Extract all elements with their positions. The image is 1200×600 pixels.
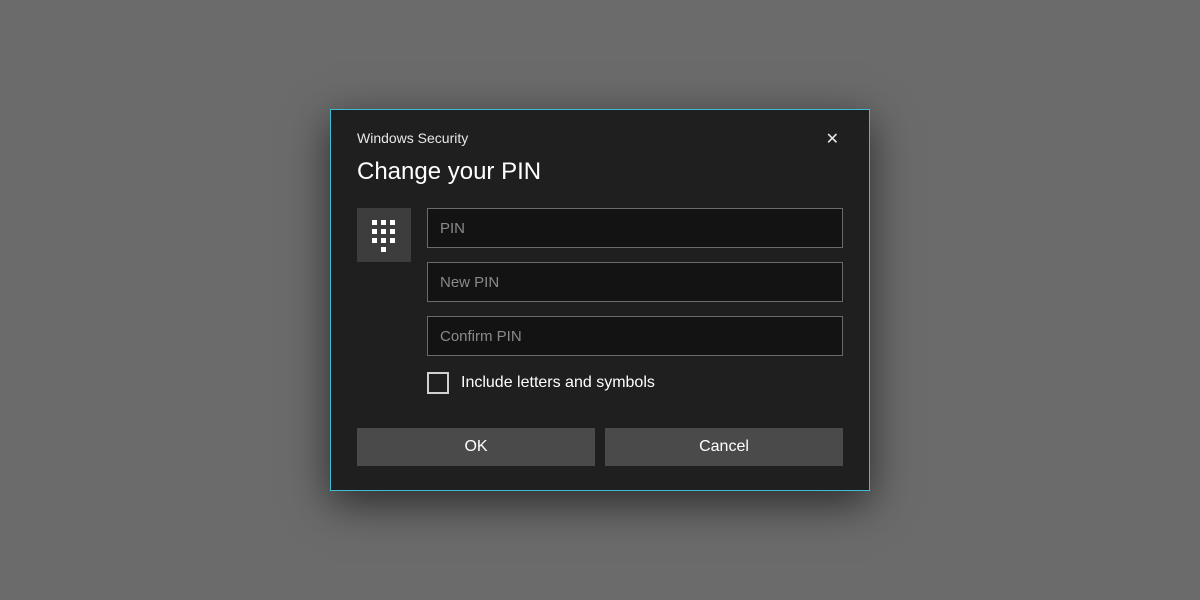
dialog-heading: Change your PIN xyxy=(357,158,843,186)
include-letters-row[interactable]: Include letters and symbols xyxy=(427,372,843,394)
cancel-button[interactable]: Cancel xyxy=(605,428,843,466)
close-icon: ✕ xyxy=(826,131,839,148)
close-button[interactable]: ✕ xyxy=(822,130,843,150)
keypad-icon xyxy=(357,208,411,262)
dialog-title: Windows Security xyxy=(357,130,468,146)
dialog-header: Windows Security ✕ xyxy=(357,130,843,150)
windows-security-dialog: Windows Security ✕ Change your PIN xyxy=(330,109,870,491)
form-body: Include letters and symbols xyxy=(357,208,843,394)
fields-column: Include letters and symbols xyxy=(427,208,843,394)
ok-button[interactable]: OK xyxy=(357,428,595,466)
current-pin-input[interactable] xyxy=(427,208,843,248)
confirm-pin-input[interactable] xyxy=(427,316,843,356)
include-letters-label: Include letters and symbols xyxy=(461,374,655,392)
include-letters-checkbox[interactable] xyxy=(427,372,449,394)
button-row: OK Cancel xyxy=(357,428,843,466)
new-pin-input[interactable] xyxy=(427,262,843,302)
